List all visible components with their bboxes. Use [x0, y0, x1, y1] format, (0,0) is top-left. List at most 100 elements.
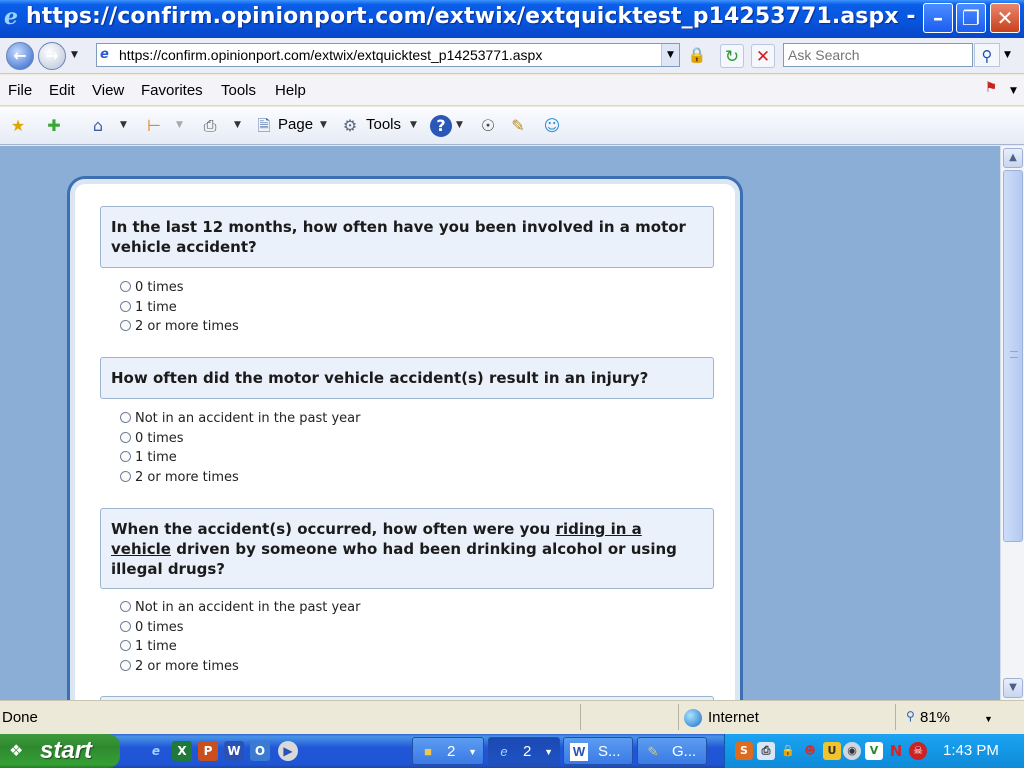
tools-gear-icon[interactable]: ⚙ — [338, 115, 362, 137]
menu-edit[interactable]: Edit — [49, 82, 75, 99]
radio-button[interactable] — [120, 640, 131, 651]
search-button[interactable]: ⚲ — [974, 43, 1000, 67]
messenger-icon[interactable]: ☺ — [540, 115, 564, 137]
refresh-button[interactable]: ↻ — [720, 44, 744, 68]
tray-printer-icon[interactable]: ⎙ — [757, 742, 775, 760]
maximize-button[interactable]: ❐ — [956, 3, 986, 33]
menu-tools[interactable]: Tools — [221, 82, 256, 99]
tools-dropdown[interactable]: ▼ — [410, 120, 417, 130]
option-0-times[interactable]: 0 times — [120, 431, 361, 451]
page-dropdown[interactable]: ▼ — [320, 120, 327, 130]
home-icon[interactable]: ⌂ — [86, 115, 110, 137]
recent-pages-dropdown[interactable]: ▼ — [71, 50, 78, 60]
tools-menu-label[interactable]: Tools — [366, 116, 401, 133]
help-icon[interactable]: ? — [430, 115, 452, 137]
page-icon[interactable]: 🗎 — [252, 115, 276, 137]
taskbar-group-internet-explorer[interactable]: e 2 ▼ — [488, 737, 560, 765]
forward-button[interactable]: → — [38, 42, 66, 70]
quicklaunch-excel-icon[interactable]: X — [172, 741, 192, 761]
scroll-thumb[interactable] — [1003, 170, 1023, 542]
zoom-icon[interactable]: ⚲ — [906, 709, 915, 723]
flag-dropdown[interactable]: ▼ — [1010, 86, 1017, 96]
taskbar-group-folders[interactable]: ■ 2 ▼ — [412, 737, 484, 765]
search-input[interactable] — [788, 44, 972, 66]
option-1-time[interactable]: 1 time — [120, 639, 361, 659]
radio-button[interactable] — [120, 601, 131, 612]
vertical-scrollbar[interactable]: ▲ ▼ — [1000, 146, 1024, 700]
quicklaunch-media-player-icon[interactable]: ▶ — [278, 741, 298, 761]
feeds-dropdown[interactable]: ▼ — [176, 120, 183, 130]
windows-flag-icon[interactable]: ⚑ — [980, 80, 1002, 100]
rss-feed-icon[interactable]: ⊢ — [142, 115, 166, 137]
tray-audio-icon[interactable]: ◉ — [843, 742, 861, 760]
blog-icon[interactable]: ✎ — [506, 115, 530, 137]
question-2-options: Not in an accident in the past year 0 ti… — [120, 411, 361, 489]
zoom-dropdown[interactable]: ▼ — [984, 714, 993, 724]
clock[interactable]: 1:43 PM — [943, 742, 999, 759]
taskbar-item-paint[interactable]: ✎ G... — [637, 737, 707, 765]
quicklaunch-ie-icon[interactable]: e — [146, 741, 166, 761]
option-0-times[interactable]: 0 times — [120, 620, 361, 640]
option-0-times[interactable]: 0 times — [120, 280, 239, 300]
tray-antivirus-icon[interactable]: ☠ — [909, 742, 927, 760]
scroll-down-button[interactable]: ▼ — [1003, 678, 1023, 698]
page-content[interactable]: In the last 12 months, how often have yo… — [0, 146, 1000, 700]
radio-button[interactable] — [120, 431, 131, 443]
option-1-time[interactable]: 1 time — [120, 300, 239, 320]
tray-user-icon[interactable]: ☻ — [801, 742, 819, 760]
radio-button[interactable] — [120, 412, 131, 423]
zoom-level[interactable]: 81% — [920, 709, 950, 726]
close-button[interactable]: ✕ — [990, 3, 1020, 33]
tray-lock-icon[interactable]: 🔒 — [779, 742, 797, 760]
tray-n-icon[interactable]: N — [887, 742, 905, 760]
taskbar-item-word[interactable]: W S... — [563, 737, 633, 765]
address-url[interactable]: https://confirm.opinionport.com/extwix/e… — [119, 47, 542, 63]
system-tray: S ⎙ 🔒 ☻ U ◉ V N ☠ 1:43 PM — [724, 734, 1024, 768]
menu-favorites[interactable]: Favorites — [141, 82, 203, 99]
security-zone-label[interactable]: Internet — [708, 709, 759, 726]
minimize-button[interactable]: – — [923, 3, 953, 33]
favorites-star-icon[interactable]: ★ — [6, 115, 30, 137]
radio-button[interactable] — [120, 281, 131, 292]
tray-vnc-icon[interactable]: V — [865, 742, 883, 760]
option-not-in-accident[interactable]: Not in an accident in the past year — [120, 600, 361, 620]
option-1-time[interactable]: 1 time — [120, 450, 361, 470]
tray-security-icon[interactable]: S — [735, 742, 753, 760]
radio-button[interactable] — [120, 300, 131, 312]
scroll-up-button[interactable]: ▲ — [1003, 148, 1023, 168]
quicklaunch-powerpoint-icon[interactable]: P — [198, 741, 218, 761]
print-icon[interactable]: ⎙ — [198, 115, 222, 137]
radio-button[interactable] — [120, 470, 131, 482]
quicklaunch-word-icon[interactable]: W — [224, 741, 244, 761]
print-dropdown[interactable]: ▼ — [234, 120, 241, 130]
page-menu-label[interactable]: Page — [278, 116, 313, 133]
radio-button[interactable] — [120, 659, 131, 671]
menu-help[interactable]: Help — [275, 82, 306, 99]
address-dropdown[interactable]: ▼ — [661, 44, 679, 66]
search-options-dropdown[interactable]: ▼ — [1004, 50, 1011, 60]
radio-button[interactable] — [120, 320, 131, 331]
menu-file[interactable]: File — [8, 82, 32, 99]
radio-button[interactable] — [120, 451, 131, 462]
address-bar[interactable]: e https://confirm.opinionport.com/extwix… — [96, 43, 680, 67]
help-dropdown[interactable]: ▼ — [456, 120, 463, 130]
option-not-in-accident[interactable]: Not in an accident in the past year — [120, 411, 361, 431]
stop-button[interactable]: ✕ — [751, 44, 775, 68]
option-2-or-more[interactable]: 2 or more times — [120, 659, 361, 679]
back-button[interactable]: ← — [6, 42, 34, 70]
status-bar: Done Internet ⚲ 81% ▼ — [0, 700, 1024, 734]
radio-button[interactable] — [120, 620, 131, 632]
tray-shield-icon[interactable]: U — [823, 742, 841, 760]
home-dropdown[interactable]: ▼ — [120, 120, 127, 130]
option-2-or-more[interactable]: 2 or more times — [120, 319, 239, 339]
start-button[interactable]: ❖ start — [0, 734, 120, 768]
question-2: How often did the motor vehicle accident… — [100, 357, 714, 399]
menu-view[interactable]: View — [92, 82, 124, 99]
lock-icon[interactable]: 🔒 — [686, 46, 708, 66]
research-icon[interactable]: ☉ — [476, 115, 500, 137]
add-favorite-icon[interactable]: ✚ — [42, 115, 66, 137]
option-2-or-more[interactable]: 2 or more times — [120, 470, 361, 490]
window-title-bar[interactable]: e https://confirm.opinionport.com/extwix… — [0, 0, 1024, 38]
quicklaunch-outlook-icon[interactable]: O — [250, 741, 270, 761]
search-box[interactable] — [783, 43, 973, 67]
